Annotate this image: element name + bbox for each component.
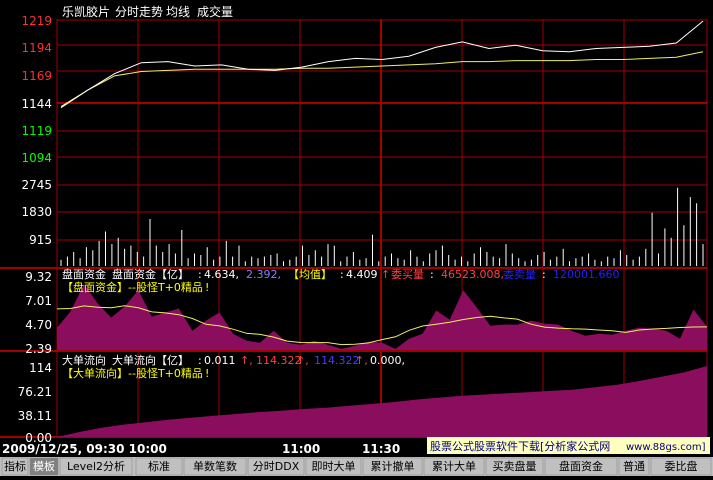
buy-volume-label: 委买量: [391, 268, 424, 281]
tab-label[interactable]: 委比盘: [665, 459, 698, 473]
volume-label: 成交量: [197, 4, 233, 19]
big-arrow-2: ↑,: [296, 354, 309, 367]
time-axis-1130: 11:30: [362, 442, 400, 456]
sell-volume-colon: :: [542, 268, 546, 281]
pan-indicator-title: 【盘面资金】--股怪T+0精品: [62, 280, 203, 294]
tab-label[interactable]: 指标: [4, 459, 26, 473]
tab-label[interactable]: Level2分析: [67, 459, 125, 473]
buy-volume-value: 46523.008,: [441, 268, 504, 281]
pan-avg-label: 【均值】: [288, 268, 332, 281]
watermark-bracket: [分析家公式网: [540, 439, 610, 453]
tab-label[interactable]: 累计大单: [432, 459, 476, 473]
pan-colon: :: [198, 268, 202, 281]
big-name: 大单流向: [62, 353, 106, 367]
stock-chart: 1219 1194 1169 1144 1119 1094 2745 1830 915 9.3…: [0, 0, 713, 476]
watermark-url: www.88gs.com]: [626, 442, 706, 453]
price-tick-label: 1094: [21, 151, 52, 165]
price-tick-label: 1144: [21, 97, 52, 111]
pan-value-2: 2.392,: [246, 268, 281, 281]
watermark-text: 股票公式股票软件下载: [430, 439, 540, 453]
big-colon: :: [198, 354, 202, 367]
tab-label[interactable]: 单数笔数: [193, 459, 237, 473]
big-value-1: 0.011: [204, 354, 236, 367]
volume-tick-label: 1830: [21, 205, 52, 219]
price-tick-label: 1169: [21, 69, 52, 83]
pan-value-1: 4.634,: [204, 268, 239, 281]
volume-tick-label: 2745: [21, 178, 52, 192]
price-tick-label: 1119: [21, 124, 52, 138]
tab-label[interactable]: 标准: [148, 459, 170, 473]
big-fn: 大单流向【亿】: [112, 353, 189, 367]
view-name: 分时走势: [115, 5, 163, 19]
pan-fn: 盘面资金【亿】: [112, 267, 189, 281]
big-indicator-mark: !: [205, 367, 209, 380]
big-value-4: 0.000,: [370, 354, 405, 367]
stock-name: 乐凯胶片: [62, 4, 110, 19]
big-tick-label: 76.21: [18, 385, 52, 399]
big-arrow-3: ↑,: [355, 354, 368, 367]
pan-tick-label: 9.32: [25, 270, 52, 284]
tab-label[interactable]: 累计撤单: [371, 459, 415, 473]
tab-label[interactable]: 分时DDX: [253, 460, 300, 473]
sell-volume-label: 委卖量: [503, 268, 536, 281]
pan-colon-2: :: [340, 268, 344, 281]
pan-tick-label: 2.39: [25, 342, 52, 356]
volume-tick-label: 915: [29, 233, 52, 247]
intraday-chart: 1219 1194 1169 1144 1119 1094 2745 1830 915 9.3…: [0, 0, 713, 476]
tab-label[interactable]: 盘面资金: [559, 459, 603, 473]
pan-arrow: ↑: [381, 268, 390, 281]
big-arrow-1: ↑,: [240, 354, 253, 367]
price-tick-label: 1219: [21, 14, 52, 28]
big-tick-label: 114: [29, 361, 52, 375]
big-value-2: 114.322: [256, 354, 302, 367]
tab-label[interactable]: 买卖盘量: [493, 459, 537, 473]
tab-label[interactable]: 即时大单: [312, 459, 356, 473]
pan-tick-label: 4.70: [25, 318, 52, 332]
time-axis-start: 2009/12/25, 09:30 10:00: [2, 442, 167, 456]
pan-name: 盘面资金: [62, 267, 106, 281]
avg-label: 均线: [166, 5, 190, 19]
pan-tick-label: 7.01: [25, 294, 52, 308]
big-value-3: 114.322: [314, 354, 360, 367]
sell-volume-value: 120001.660: [553, 268, 619, 281]
price-tick-label: 1194: [21, 41, 52, 55]
big-tick-label: 38.11: [18, 409, 52, 423]
pan-value-3: 4.409: [346, 268, 378, 281]
buy-volume-colon: :: [430, 268, 434, 281]
big-indicator-title: 【大单流向】--股怪T+0精品: [62, 366, 203, 380]
tab-label[interactable]: 普通: [623, 459, 645, 473]
tab-label[interactable]: 模板: [33, 459, 55, 473]
time-axis-1100: 11:00: [282, 442, 320, 456]
pan-indicator-mark: !: [205, 281, 209, 294]
